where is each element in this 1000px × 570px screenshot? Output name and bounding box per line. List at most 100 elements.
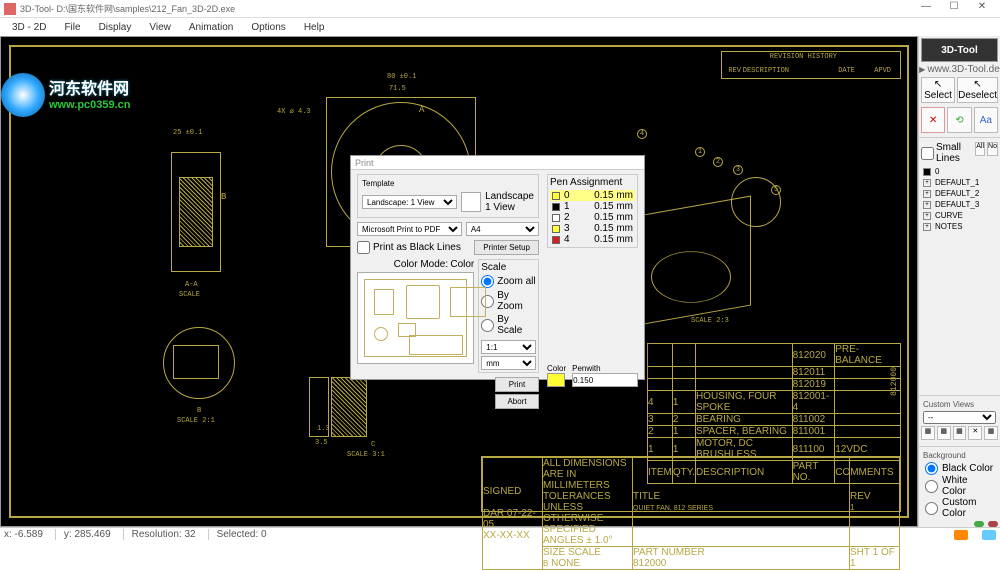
right-panel: 3D-Tool ▶ www.3D-Tool.de ↖Select ↖Desele…	[918, 36, 1000, 527]
bg-white-radio[interactable]	[925, 480, 938, 493]
scale-unit-select[interactable]: mm	[481, 356, 536, 370]
paper-select[interactable]: A4	[466, 222, 539, 236]
print-button[interactable]: Print	[495, 377, 539, 392]
revision-history-label: REVISION HISTORY	[770, 53, 837, 61]
status-y: y: 285.469	[55, 529, 111, 540]
select-button[interactable]: ↖Select	[921, 77, 955, 103]
dim-13: 1.3	[317, 425, 330, 433]
detail-b-label: B	[197, 407, 201, 415]
menu-animation[interactable]: Animation	[181, 21, 241, 34]
print-black-checkbox[interactable]	[357, 241, 370, 254]
template-landscape-label: Landscape	[485, 191, 534, 202]
scale-label: Scale	[481, 262, 536, 273]
menu-file[interactable]: File	[56, 21, 88, 34]
template-swatch[interactable]	[461, 192, 481, 212]
balloon-3: 3	[733, 165, 743, 175]
pen-width-label: Penwith	[572, 364, 638, 373]
deselect-button[interactable]: ↖Deselect	[957, 77, 998, 103]
app-logo: 3D-Tool	[921, 38, 998, 62]
rev-col-desc: DESCRIPTION	[743, 67, 789, 75]
maximize-button[interactable]: ☐	[940, 1, 968, 17]
status-selected: Selected: 0	[208, 529, 267, 540]
arrow-b-label: B	[221, 192, 226, 202]
dim-80: 80 ±0.1	[387, 73, 416, 81]
balloon-1: 1	[695, 147, 705, 157]
pen-row-0[interactable]: 00.15 mm	[550, 190, 635, 201]
rev-col-apvd: APVD	[874, 67, 891, 75]
delete-button[interactable]: ✕	[921, 107, 945, 133]
bg-black-radio[interactable]	[925, 462, 938, 475]
print-dialog: Print Template Landscape: 1 View Landsca…	[350, 155, 645, 380]
minimize-button[interactable]: —	[912, 1, 940, 17]
pen-width-input[interactable]	[572, 373, 638, 387]
tree-item-default2[interactable]: +DEFAULT_2	[919, 188, 1000, 199]
template-label: Template	[362, 179, 534, 188]
background-label: Background	[919, 449, 1000, 462]
scale-byscale-radio[interactable]	[481, 319, 494, 332]
menu-display[interactable]: Display	[91, 21, 140, 34]
colormode-value: Color	[450, 259, 474, 270]
template-views-label: 1 View	[485, 202, 534, 213]
printer-select[interactable]: Microsoft Print to PDF	[357, 222, 462, 236]
bg-custom-radio[interactable]	[925, 502, 938, 515]
view-btn-2[interactable]: ▦	[937, 426, 951, 440]
logo-url: ▶ www.3D-Tool.de	[919, 64, 1000, 75]
scale-byscale-label: By Scale	[497, 314, 536, 336]
status-led-red-icon	[988, 521, 998, 527]
pen-assignment-group: Pen Assignment 00.15 mm 10.15 mm 20.15 m…	[547, 174, 638, 248]
custom-views-select[interactable]: --	[923, 411, 996, 424]
all-button[interactable]: All	[975, 142, 985, 156]
tree-item-default1[interactable]: +DEFAULT_1	[919, 177, 1000, 188]
dim-35: 3.5	[315, 439, 328, 447]
pen-color-label: Color	[547, 364, 566, 373]
pen-row-1[interactable]: 10.15 mm	[550, 201, 635, 212]
close-icon: ✕	[929, 115, 937, 126]
view-btn-3[interactable]: ▦	[953, 426, 967, 440]
scale-ratio-select[interactable]: 1:1	[481, 340, 536, 354]
close-button[interactable]: ✕	[968, 1, 996, 17]
view-btn-5[interactable]: ▦	[984, 426, 998, 440]
undo-icon: ⟲	[955, 115, 963, 126]
detail-c-label: C	[371, 441, 375, 449]
tray-icon-1	[954, 530, 968, 540]
balloon-4: 4	[637, 129, 647, 139]
view-btn-4[interactable]: ✕	[968, 426, 982, 440]
menu-view[interactable]: View	[141, 21, 179, 34]
undo-button[interactable]: ⟲	[947, 107, 971, 133]
abort-button[interactable]: Abort	[495, 394, 539, 409]
pen-color-swatch[interactable]	[547, 373, 565, 387]
pen-row-2[interactable]: 20.15 mm	[550, 212, 635, 223]
menu-3d2d[interactable]: 3D - 2D	[4, 21, 54, 34]
tree-item-default3[interactable]: +DEFAULT_3	[919, 199, 1000, 210]
small-lines-label: Small Lines	[936, 142, 973, 164]
cursor-icon: ↖	[934, 79, 942, 90]
menubar: 3D - 2D File Display View Animation Opti…	[0, 18, 1000, 36]
pen-row-3[interactable]: 30.15 mm	[550, 223, 635, 234]
watermark-logo-icon	[1, 73, 45, 117]
menu-help[interactable]: Help	[296, 21, 333, 34]
dialog-title: Print	[351, 156, 644, 170]
rev-col-rev: REV	[728, 67, 741, 75]
window-title: 3D-Tool- D:\国东软件网\samples\212_Fan_3D-2D.…	[20, 2, 912, 15]
printer-setup-button[interactable]: Printer Setup	[474, 240, 539, 255]
section-aa-label: A-A	[185, 281, 198, 289]
pen-label: Pen Assignment	[550, 177, 635, 188]
custom-views-label: Custom Views	[919, 398, 1000, 411]
tree-item-curve[interactable]: +CURVE	[919, 210, 1000, 221]
template-select[interactable]: Landscape: 1 View	[362, 195, 457, 209]
small-lines-checkbox[interactable]	[921, 147, 934, 160]
balloon-5: 5	[771, 185, 781, 195]
pen-row-4[interactable]: 40.15 mm	[550, 234, 635, 245]
title-block: SIGNED DAR 07-22-05 XX-XX-XX ALL DIMENSI…	[481, 456, 901, 512]
view-btn-1[interactable]: ▦	[921, 426, 935, 440]
tree-item-0[interactable]: 0	[919, 166, 1000, 177]
text-tool-button[interactable]: Aa	[974, 107, 998, 133]
no-button[interactable]: No	[987, 142, 998, 156]
menu-options[interactable]: Options	[243, 21, 293, 34]
status-resolution: Resolution: 32	[123, 529, 196, 540]
dim-715: 71.5	[389, 85, 406, 93]
tree-item-notes[interactable]: +NOTES	[919, 221, 1000, 232]
iso-scale: SCALE 2:3	[691, 317, 729, 325]
detail-c-scale: SCALE 3:1	[347, 451, 385, 459]
tray-icon-2	[982, 530, 996, 540]
